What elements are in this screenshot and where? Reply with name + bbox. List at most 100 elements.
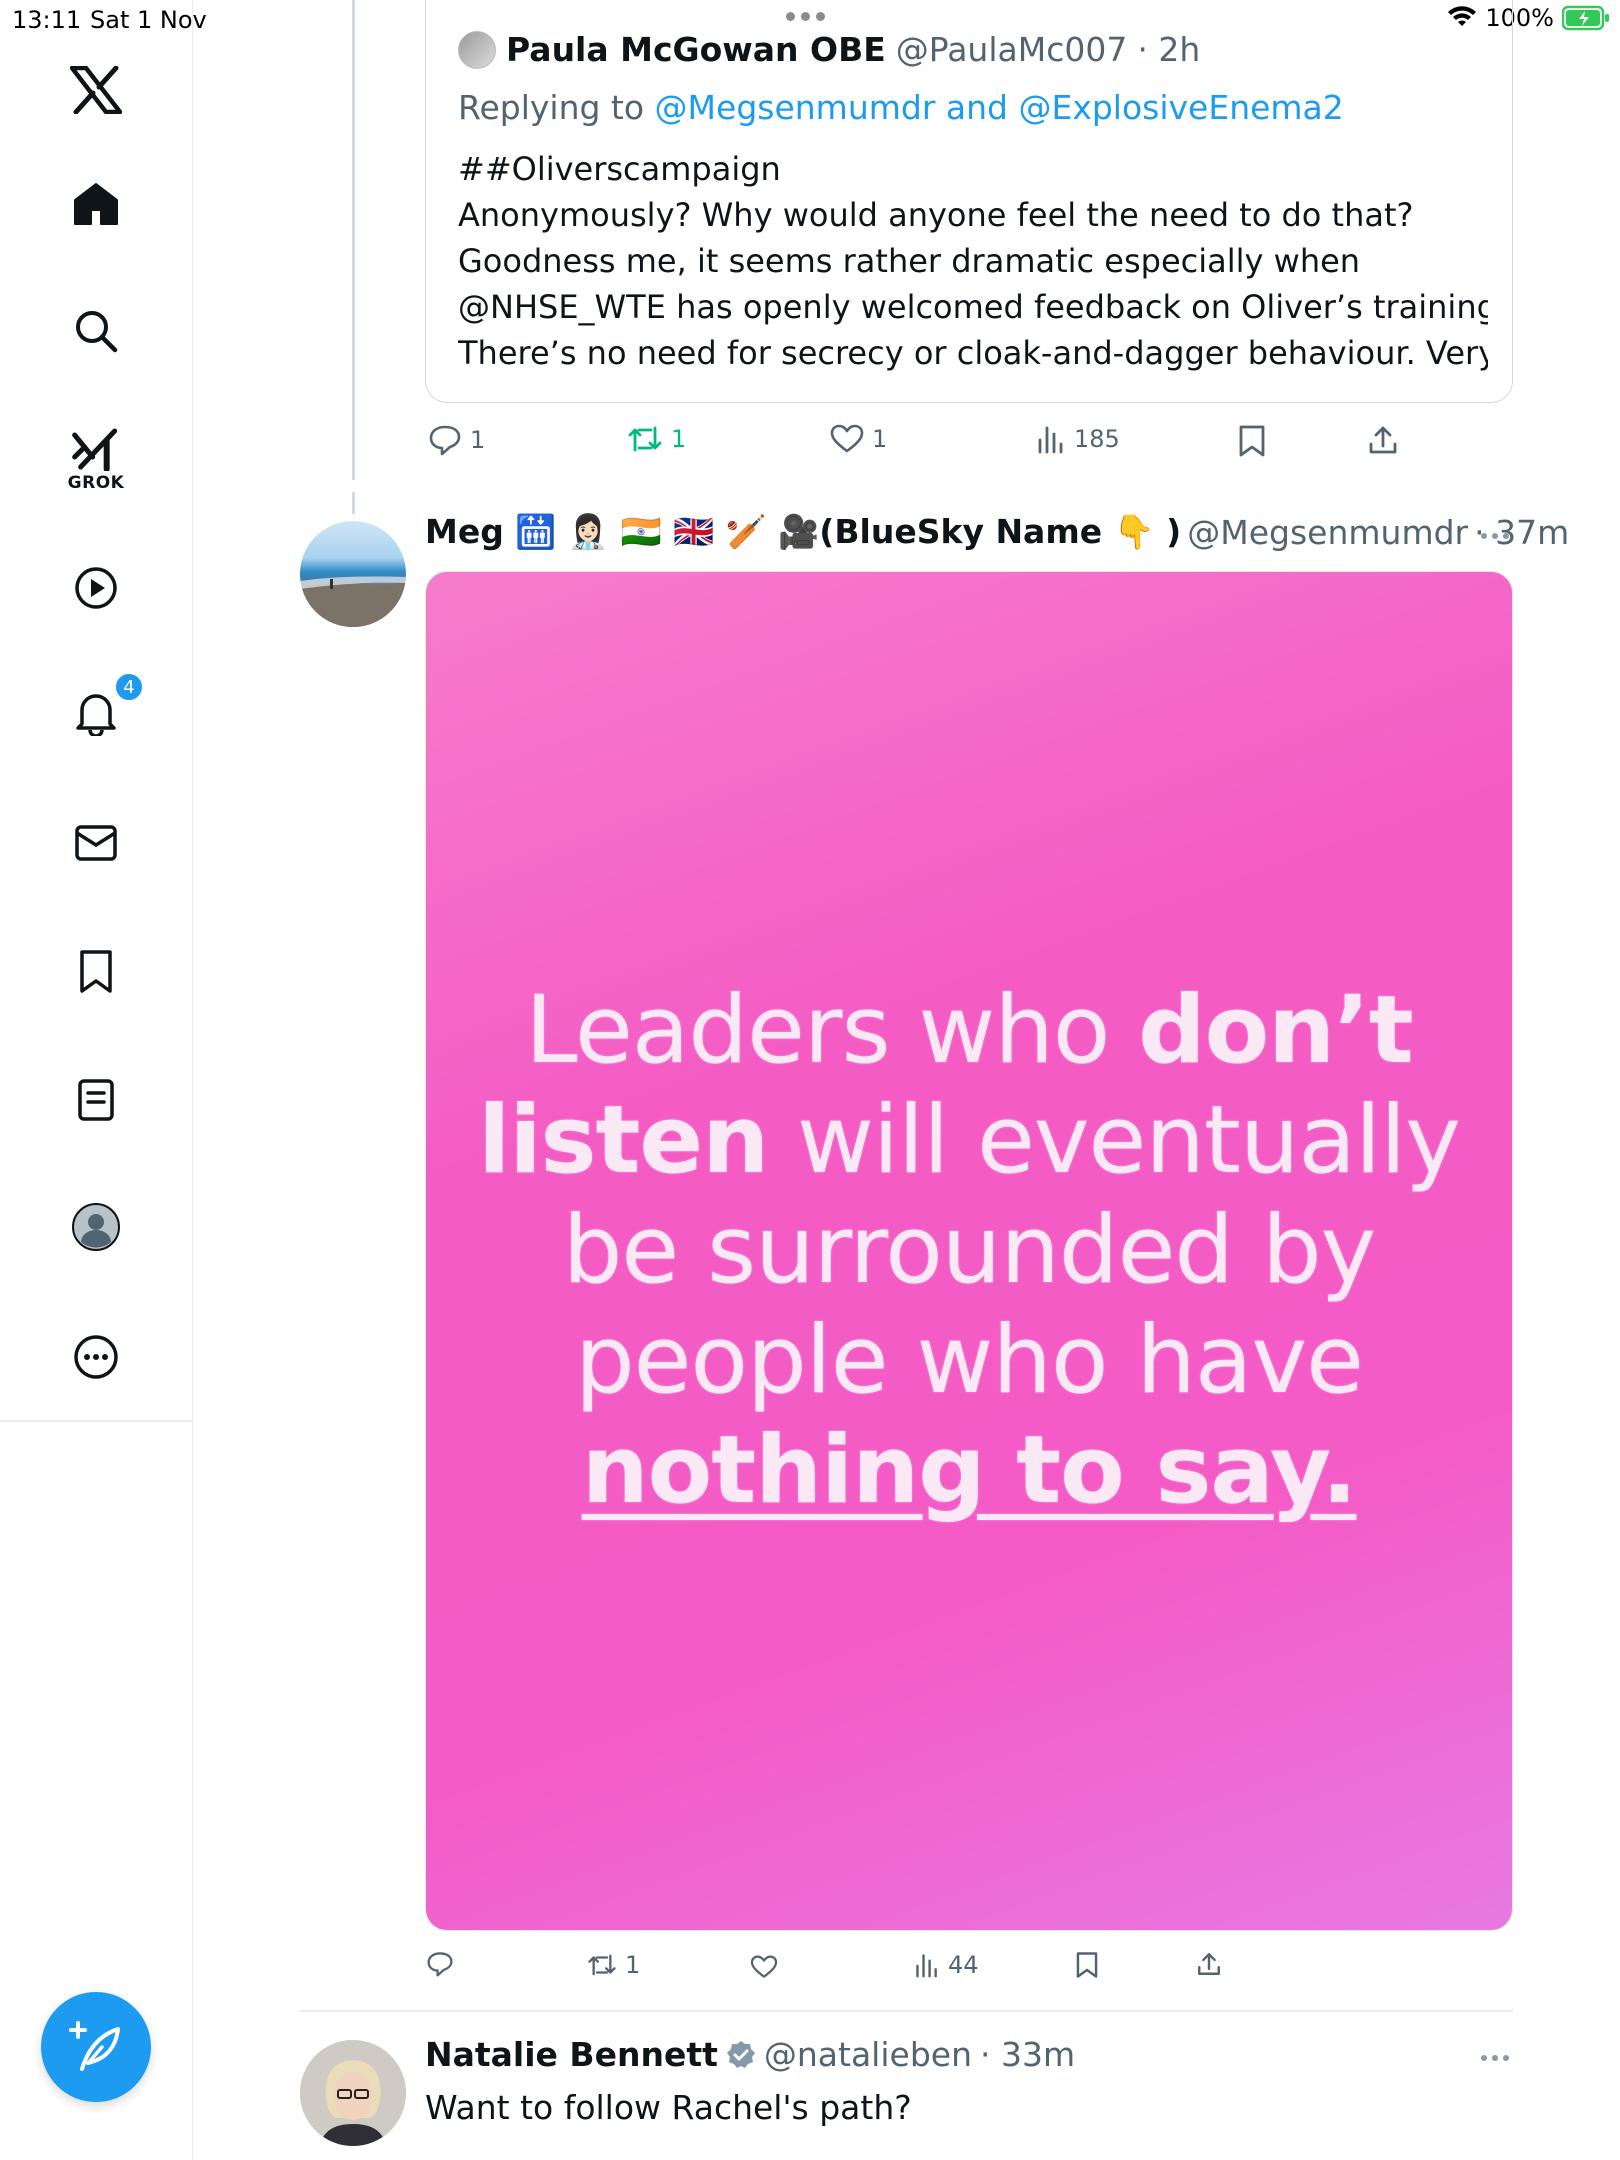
next-tweet-more-button[interactable]: [1481, 2055, 1509, 2061]
quoted-tweet-time: · 2h: [1137, 30, 1201, 69]
bookmark-button[interactable]: [1238, 424, 1266, 458]
image-quote-text: Leaders who don’t listen will eventually…: [426, 572, 1512, 1930]
bookmark-icon: [1239, 425, 1265, 457]
repost-count: 1: [671, 425, 687, 453]
battery-charging-icon: [1562, 5, 1609, 31]
quoted-tweet-body: ##Oliverscampaign Anonymously? Why would…: [458, 146, 1488, 376]
repost-button[interactable]: 1: [587, 1951, 640, 1979]
beach-photo: [300, 576, 406, 627]
x-logo[interactable]: [70, 66, 122, 114]
sidebar: GROK 4: [0, 0, 193, 2160]
views-button[interactable]: 185: [1036, 424, 1120, 454]
compose-feather-icon: [69, 2021, 120, 2071]
thread-connector-short: [352, 492, 355, 514]
notifications-badge: 4: [114, 672, 144, 702]
views-icon: [916, 1954, 937, 1978]
quoted-author-avatar[interactable]: [458, 30, 496, 69]
nav-messages[interactable]: [74, 824, 118, 862]
repost-button[interactable]: 1: [627, 424, 686, 454]
heart-icon: [750, 1955, 778, 1978]
mail-icon: [75, 825, 117, 861]
nav-home[interactable]: [73, 182, 119, 226]
nav-video[interactable]: [73, 565, 119, 611]
quote-line-3: be surrounded by: [562, 1196, 1377, 1305]
share-button[interactable]: [1367, 424, 1399, 456]
views-count: 44: [948, 1951, 979, 1979]
quote-line-1: Leaders who don’t: [525, 976, 1413, 1085]
body-line: ##Oliverscampaign: [458, 150, 781, 188]
profile-avatar-icon: [72, 1203, 120, 1251]
search-icon: [76, 311, 118, 353]
repost-icon: [588, 1954, 616, 1976]
repost-icon: [628, 426, 662, 452]
share-button[interactable]: [1196, 1951, 1222, 1977]
like-count: 1: [872, 425, 888, 453]
main-tweet-time: · 37m: [1474, 512, 1570, 552]
replying-to-prefix: Replying to: [458, 88, 645, 127]
nav-explore[interactable]: [74, 309, 118, 353]
next-tweet-text: Want to follow Rachel's path?: [425, 2088, 912, 2127]
body-line: @NHSE_WTE has openly welcomed feedback o…: [458, 288, 1488, 326]
views-icon: [1038, 426, 1063, 454]
reply-count: 1: [470, 426, 486, 454]
quoted-author-name[interactable]: Paula McGowan OBE: [506, 30, 886, 69]
nav-notifications[interactable]: 4: [74, 672, 144, 736]
nav-profile[interactable]: [71, 1202, 121, 1252]
list-icon: [78, 1079, 114, 1121]
grok-icon: [72, 428, 118, 471]
quote-line-2: listen will eventually: [478, 1086, 1461, 1195]
body-line: Goodness me, it seems rather dramatic es…: [458, 242, 1361, 280]
bookmark-button[interactable]: [1075, 1951, 1099, 1979]
body-line: There’s no need for secrecy or cloak-and…: [458, 334, 1488, 372]
main-author-name[interactable]: Meg 🛗 👩🏻‍⚕️ 🇮🇳 🇬🇧 🏏 🎥(BlueSky Name 👇 ): [425, 512, 1181, 552]
bell-icon: [76, 694, 116, 736]
nav-lists[interactable]: [77, 1078, 115, 1122]
next-tweet-time: · 33m: [979, 2035, 1076, 2074]
main-author-handle[interactable]: @Megsenmumdr: [1187, 513, 1468, 552]
home-icon: [74, 183, 118, 225]
heart-icon: [830, 424, 864, 453]
nav-bookmarks[interactable]: [78, 949, 114, 995]
compose-button[interactable]: [41, 1992, 151, 2102]
grok-label: GROK: [67, 473, 125, 493]
meg-avatar[interactable]: [300, 521, 406, 627]
body-line: Anonymously? Why would anyone feel the n…: [458, 196, 1414, 234]
quote-line-5: nothing to say.: [581, 1416, 1358, 1525]
replying-to: Replying to @Megsenmumdr and @ExplosiveE…: [458, 88, 1344, 127]
share-icon: [1198, 1953, 1220, 1975]
like-button[interactable]: [750, 1955, 786, 1979]
bookmark-icon: [80, 950, 112, 993]
next-author-name[interactable]: Natalie Bennett: [425, 2035, 718, 2074]
share-icon: [1369, 426, 1397, 454]
reply-button[interactable]: [426, 1951, 462, 1977]
views-button[interactable]: 44: [914, 1951, 979, 1979]
reply-icon: [429, 425, 461, 456]
nav-grok[interactable]: GROK: [68, 427, 125, 493]
play-icon: [75, 567, 117, 609]
quoted-tweet-header: Paula McGowan OBE @PaulaMc007 · 2h: [458, 30, 1200, 69]
verified-badge-icon: [726, 2040, 755, 2068]
like-button[interactable]: 1: [830, 424, 887, 454]
repost-count: 1: [625, 1951, 641, 1979]
bookmark-icon: [1076, 1952, 1098, 1978]
replying-to-handles[interactable]: @Megsenmumdr and @ExplosiveEnema2: [655, 88, 1344, 127]
main-tweet-more-button[interactable]: [1481, 533, 1509, 539]
views-count: 185: [1074, 425, 1120, 453]
tweet-image[interactable]: Leaders who don’t listen will eventually…: [425, 571, 1513, 1931]
nav-more[interactable]: [73, 1334, 119, 1380]
reply-icon: [427, 1952, 453, 1977]
portrait-photo: [300, 2040, 406, 2146]
sidebar-divider: [0, 1420, 193, 1422]
main-tweet-header: Meg 🛗 👩🏻‍⚕️ 🇮🇳 🇬🇧 🏏 🎥(BlueSky Name 👇 ) @…: [425, 512, 1569, 552]
quoted-author-handle[interactable]: @PaulaMc007: [896, 30, 1128, 69]
next-tweet-header: Natalie Bennett @natalieben · 33m: [425, 2035, 1075, 2074]
tweet-separator: [300, 2010, 1513, 2012]
x-logo-icon: [70, 66, 122, 114]
quote-line-4: people who have: [575, 1306, 1364, 1415]
reply-button[interactable]: 1: [428, 424, 485, 456]
quoted-tweet-card[interactable]: Paula McGowan OBE @PaulaMc007 · 2h Reply…: [425, 0, 1513, 403]
natalie-avatar[interactable]: [300, 2040, 406, 2146]
more-circle-icon: [74, 1335, 118, 1379]
thread-connector: [352, 0, 355, 480]
next-author-handle[interactable]: @natalieben: [764, 2035, 972, 2074]
